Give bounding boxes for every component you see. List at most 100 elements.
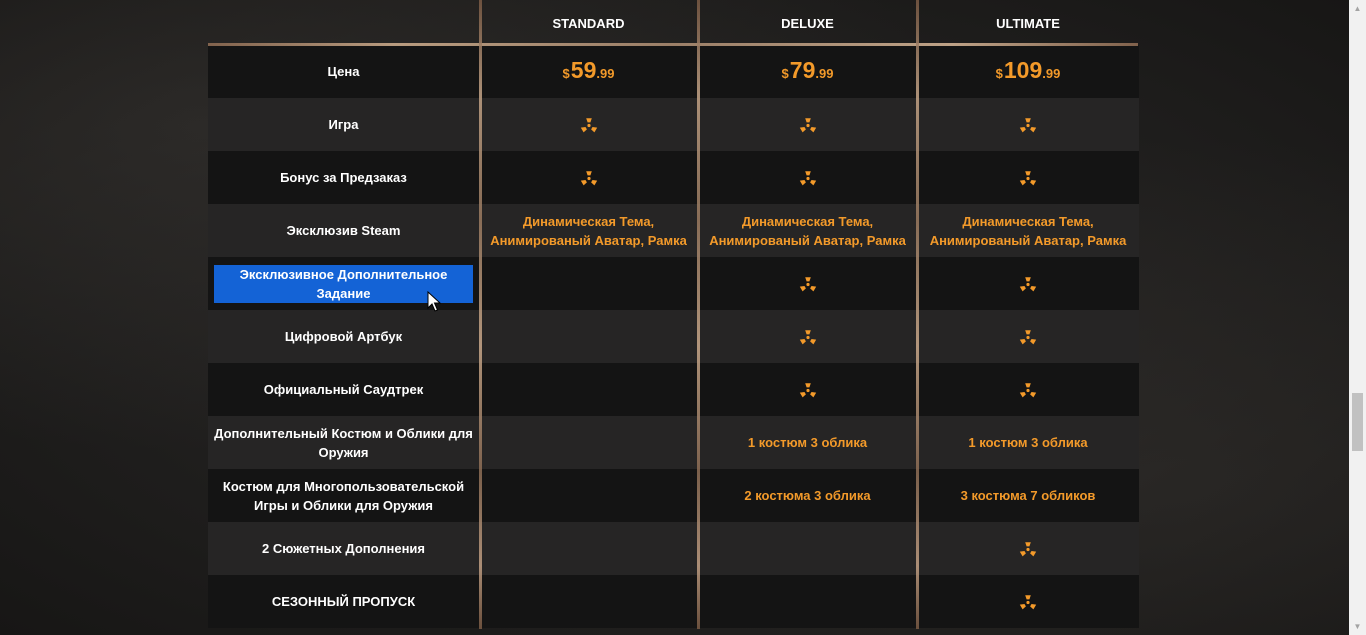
price-value: $59.99 <box>562 56 615 83</box>
price-cell: $79.99 <box>698 45 917 98</box>
header-deluxe: DELUXE <box>781 16 834 31</box>
price-cell: $59.99 <box>479 45 698 98</box>
edition-cell-text: 1 костюм 3 облика <box>747 435 868 450</box>
price-cents: .99 <box>1042 65 1061 81</box>
edition-cell <box>698 363 917 416</box>
radiation-icon <box>1018 274 1038 294</box>
edition-cell-text: 2 костюма 3 облика <box>744 488 871 503</box>
column-divider <box>697 0 700 629</box>
edition-cell: 3 костюма 7 обликов <box>917 469 1139 522</box>
feature-label-text: Цифровой Артбук <box>284 329 403 344</box>
radiation-icon <box>579 115 599 135</box>
header-ultimate: ULTIMATE <box>996 16 1060 31</box>
price-value: $109.99 <box>995 56 1061 83</box>
edition-cell: 2 костюма 3 облика <box>698 469 917 522</box>
edition-cell-text: Динамическая Тема, Анимированый Аватар, … <box>490 213 687 248</box>
feature-label-text: Дополнительный Костюм и Облики для Оружи… <box>214 425 473 460</box>
table-row: Цена $59.99 $79.99 $109.99 <box>208 45 1139 98</box>
table-row: Эксклюзив Steam Динамическая Тема, Анимир… <box>208 204 1139 257</box>
radiation-icon <box>1018 539 1038 559</box>
feature-label-text: Костюм для Многопользовательской Игры и … <box>222 478 465 513</box>
edition-comparison-table: STANDARD DELUXE ULTIMATE Цена $59.99 $79.9… <box>208 0 1139 629</box>
price-currency: $ <box>781 65 789 81</box>
feature-label-text: Цена <box>327 64 360 79</box>
edition-cell <box>917 363 1139 416</box>
radiation-icon <box>798 274 818 294</box>
feature-label: Цена <box>208 45 479 98</box>
column-divider <box>916 0 919 629</box>
feature-label-text: Игра <box>328 117 359 132</box>
feature-label-text: СЕЗОННЫЙ ПРОПУСК <box>271 594 416 609</box>
price-main: 109 <box>1003 56 1043 83</box>
radiation-icon <box>1018 168 1038 188</box>
radiation-icon <box>798 380 818 400</box>
table-row: Эксклюзивное Дополнительное Задание <box>208 257 1139 310</box>
radiation-icon <box>798 168 818 188</box>
edition-cell <box>479 310 698 363</box>
feature-label: Костюм для Многопользовательской Игры и … <box>208 469 479 522</box>
edition-cell <box>698 310 917 363</box>
edition-cell: Динамическая Тема, Анимированый Аватар, … <box>698 204 917 257</box>
header-standard: STANDARD <box>552 16 625 31</box>
feature-label-text: Бонус за Предзаказ <box>280 170 407 185</box>
table-row: Цифровой Артбук <box>208 310 1139 363</box>
edition-cell <box>698 522 917 575</box>
table-row: Официальный Саудтрек <box>208 363 1139 416</box>
price-cents: .99 <box>596 65 615 81</box>
edition-cell <box>479 363 698 416</box>
feature-label: Эксклюзив Steam <box>208 204 479 257</box>
radiation-icon <box>1018 327 1038 347</box>
table-row: СЕЗОННЫЙ ПРОПУСК <box>208 575 1139 628</box>
edition-cell <box>917 151 1139 204</box>
table-row: Костюм для Многопользовательской Игры и … <box>208 469 1139 522</box>
feature-label: Дополнительный Костюм и Облики для Оружи… <box>208 416 479 469</box>
edition-cell <box>479 257 698 310</box>
edition-cell: 1 костюм 3 облика <box>917 416 1139 469</box>
price-cell: $109.99 <box>917 45 1139 98</box>
scroll-down-arrow-icon[interactable]: ▼ <box>1349 618 1366 635</box>
feature-label-text: 2 Сюжетных Дополнения <box>261 541 426 556</box>
edition-cell <box>917 575 1139 628</box>
price-currency: $ <box>995 65 1003 81</box>
feature-label: Официальный Саудтрек <box>208 363 479 416</box>
scroll-up-arrow-icon[interactable]: ▲ <box>1349 0 1366 17</box>
edition-cell-text: Динамическая Тема, Анимированый Аватар, … <box>709 213 906 248</box>
feature-label: Игра <box>208 98 479 151</box>
edition-cell <box>917 310 1139 363</box>
price-value: $79.99 <box>781 56 834 83</box>
edition-cell-text: 3 костюма 7 обликов <box>960 488 1096 503</box>
table-row: Игра <box>208 98 1139 151</box>
price-main: 59 <box>570 56 597 83</box>
feature-label-text: Официальный Саудтрек <box>263 382 424 397</box>
edition-cell: Динамическая Тема, Анимированый Аватар, … <box>917 204 1139 257</box>
price-cents: .99 <box>815 65 834 81</box>
vertical-scrollbar[interactable]: ▲ ▼ <box>1349 0 1366 635</box>
edition-comparison-page: STANDARD DELUXE ULTIMATE Цена $59.99 $79.9… <box>0 0 1366 635</box>
table-row: 2 Сюжетных Дополнения <box>208 522 1139 575</box>
header-feature-column <box>208 0 479 45</box>
feature-label: Бонус за Предзаказ <box>208 151 479 204</box>
edition-cell: 1 костюм 3 облика <box>698 416 917 469</box>
edition-cell <box>479 575 698 628</box>
radiation-icon <box>1018 115 1038 135</box>
table-row: Дополнительный Костюм и Облики для Оружи… <box>208 416 1139 469</box>
edition-cell <box>698 98 917 151</box>
feature-label: СЕЗОННЫЙ ПРОПУСК <box>208 575 479 628</box>
feature-label: Цифровой Артбук <box>208 310 479 363</box>
scrollbar-thumb[interactable] <box>1352 393 1363 451</box>
radiation-icon <box>1018 592 1038 612</box>
feature-label-text: Эксклюзив Steam <box>286 223 401 238</box>
radiation-icon <box>798 115 818 135</box>
header-divider <box>208 43 1138 46</box>
edition-cell-text: Динамическая Тема, Анимированый Аватар, … <box>929 213 1127 248</box>
column-divider <box>479 0 482 629</box>
edition-cell <box>917 98 1139 151</box>
edition-cell: Динамическая Тема, Анимированый Аватар, … <box>479 204 698 257</box>
edition-cell <box>479 469 698 522</box>
edition-cell <box>917 257 1139 310</box>
price-main: 79 <box>789 56 816 83</box>
mouse-cursor-icon <box>427 291 441 312</box>
price-currency: $ <box>562 65 570 81</box>
edition-cell <box>479 416 698 469</box>
edition-cell <box>698 575 917 628</box>
